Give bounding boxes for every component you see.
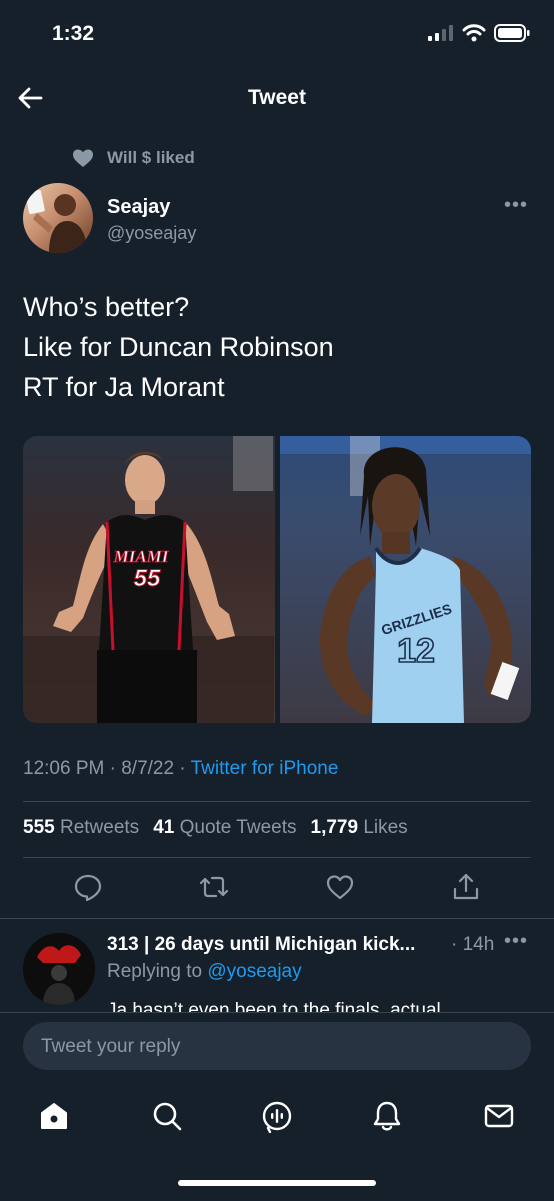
jersey-team: MIAMI xyxy=(113,547,170,566)
retweet-icon[interactable] xyxy=(198,871,230,903)
like-icon[interactable] xyxy=(324,871,356,903)
tweet-meta: 12:06 PM · 8/7/22 · Twitter for iPhone xyxy=(23,758,338,780)
more-icon[interactable]: ••• xyxy=(504,930,528,953)
meta-separator: · xyxy=(179,758,186,779)
replying-to-label: Replying to xyxy=(107,961,203,982)
signal-icon xyxy=(428,25,453,41)
replying-to-handle[interactable]: @yoseajay xyxy=(207,961,301,982)
heart-icon xyxy=(73,149,93,167)
share-icon[interactable] xyxy=(450,871,482,903)
home-icon[interactable] xyxy=(37,1099,71,1133)
spaces-icon[interactable] xyxy=(260,1099,294,1133)
replying-to: Replying to @yoseajay xyxy=(107,961,302,983)
battery-icon xyxy=(494,24,530,42)
author-name[interactable]: Seajay xyxy=(107,196,170,219)
tweet-media: MIAMI 55 GRIZZLIES 12 xyxy=(23,436,531,723)
tweet-line: Who’s better? xyxy=(23,292,190,322)
more-icon[interactable]: ••• xyxy=(504,194,528,217)
jersey-number: 55 xyxy=(134,565,161,592)
tweet-line: Like for Duncan Robinson xyxy=(23,332,334,362)
search-icon[interactable] xyxy=(150,1099,184,1133)
tweet-text: Who’s better? Like for Duncan Robinson R… xyxy=(23,287,533,407)
likes-stat[interactable]: 1,779 Likes xyxy=(311,817,408,839)
divider xyxy=(23,857,531,858)
wifi-icon xyxy=(462,24,486,42)
tweet-line: RT for Ja Morant xyxy=(23,372,225,402)
divider xyxy=(0,918,554,919)
meta-separator: · xyxy=(109,758,116,779)
reply-author-name[interactable]: 313 | 26 days until Michigan kick... xyxy=(107,934,415,956)
status-icons xyxy=(428,24,530,42)
page-title: Tweet xyxy=(248,86,306,109)
reply-input-placeholder: Tweet your reply xyxy=(41,1036,181,1057)
reply-time: · 14h xyxy=(451,934,495,955)
notifications-icon[interactable] xyxy=(370,1099,404,1133)
tweet-stats: 555 Retweets 41 Quote Tweets 1,779 Likes xyxy=(23,817,408,839)
social-context-text: Will $ liked xyxy=(107,148,195,167)
tweet-source[interactable]: Twitter for iPhone xyxy=(191,758,339,779)
status-time: 1:32 xyxy=(52,22,95,45)
tweet-date: 8/7/22 xyxy=(121,758,175,779)
author-avatar[interactable] xyxy=(23,183,93,253)
reply-icon[interactable] xyxy=(72,871,104,903)
tweet-time: 12:06 PM xyxy=(23,758,105,779)
messages-icon[interactable] xyxy=(482,1099,516,1133)
home-indicator xyxy=(178,1180,376,1186)
author-handle[interactable]: @yoseajay xyxy=(107,223,196,244)
tweet-photo-left[interactable]: MIAMI 55 xyxy=(23,436,275,723)
reply-avatar[interactable] xyxy=(23,933,95,1005)
jersey-number: 12 xyxy=(397,632,435,670)
reply-text: Ja hasn’t even been to the finals, actua… xyxy=(107,1000,441,1012)
quotes-stat[interactable]: 41 Quote Tweets xyxy=(153,817,296,839)
retweets-stat[interactable]: 555 Retweets xyxy=(23,817,139,839)
divider xyxy=(23,801,531,802)
tweet-photo-right[interactable]: GRIZZLIES 12 xyxy=(279,436,531,723)
